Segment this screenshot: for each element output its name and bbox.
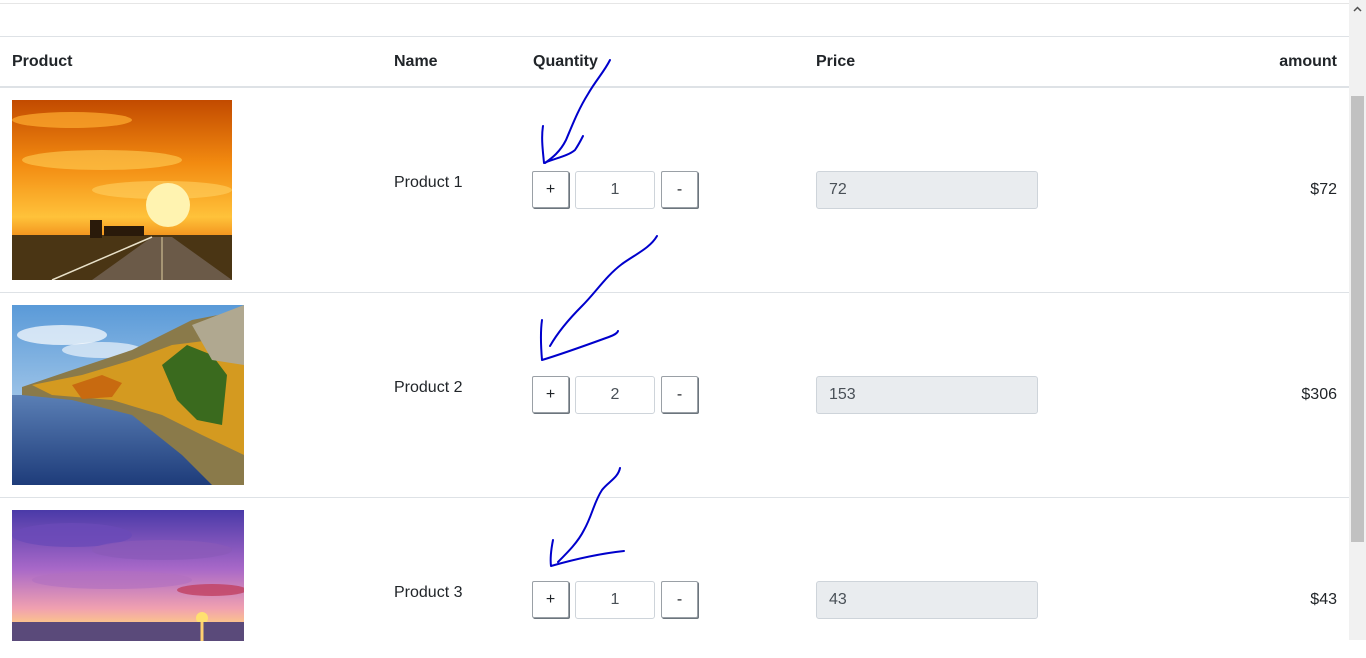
product-image: [12, 100, 232, 280]
price-field: 43: [816, 581, 1038, 619]
chevron-up-icon[interactable]: [1349, 0, 1366, 17]
table-row: Product 1 + 1 - 72 $72: [0, 88, 1349, 293]
scrollbar-thumb[interactable]: [1351, 96, 1364, 542]
vertical-scrollbar[interactable]: [1349, 0, 1366, 640]
table-header: Product Name Quantity Price amount: [0, 36, 1349, 88]
table-row: Product 2 + 2 - 153 $306: [0, 293, 1349, 498]
product-image: [12, 305, 244, 485]
quantity-input[interactable]: 1: [575, 581, 655, 619]
row-amount: $306: [1301, 386, 1337, 403]
product-image: [12, 510, 244, 641]
header-quantity: Quantity: [533, 53, 598, 70]
cart-table: Product Name Quantity Price amount Produ…: [0, 36, 1349, 658]
product-name: Product 1: [394, 174, 463, 191]
decrement-button[interactable]: -: [661, 376, 698, 413]
price-field: 153: [816, 376, 1038, 414]
header-name: Name: [394, 53, 438, 70]
increment-button[interactable]: +: [532, 581, 569, 618]
price-field: 72: [816, 171, 1038, 209]
top-border: [0, 3, 1349, 4]
header-price: Price: [816, 53, 856, 70]
product-name: Product 3: [394, 584, 463, 601]
quantity-input[interactable]: 2: [575, 376, 655, 414]
table-row: Product 3 + 1 - 43 $43: [0, 498, 1349, 658]
increment-button[interactable]: +: [532, 171, 569, 208]
quantity-input[interactable]: 1: [575, 171, 655, 209]
row-amount: $72: [1310, 181, 1337, 198]
increment-button[interactable]: +: [532, 376, 569, 413]
decrement-button[interactable]: -: [661, 581, 698, 618]
sunset-road-photo: [12, 100, 232, 280]
header-product: Product: [12, 53, 73, 70]
product-name: Product 2: [394, 379, 463, 396]
purple-sky-sunset-photo: [12, 510, 244, 641]
decrement-button[interactable]: -: [661, 171, 698, 208]
row-amount: $43: [1310, 591, 1337, 608]
header-amount: amount: [1279, 53, 1337, 70]
autumn-river-photo: [12, 305, 244, 485]
